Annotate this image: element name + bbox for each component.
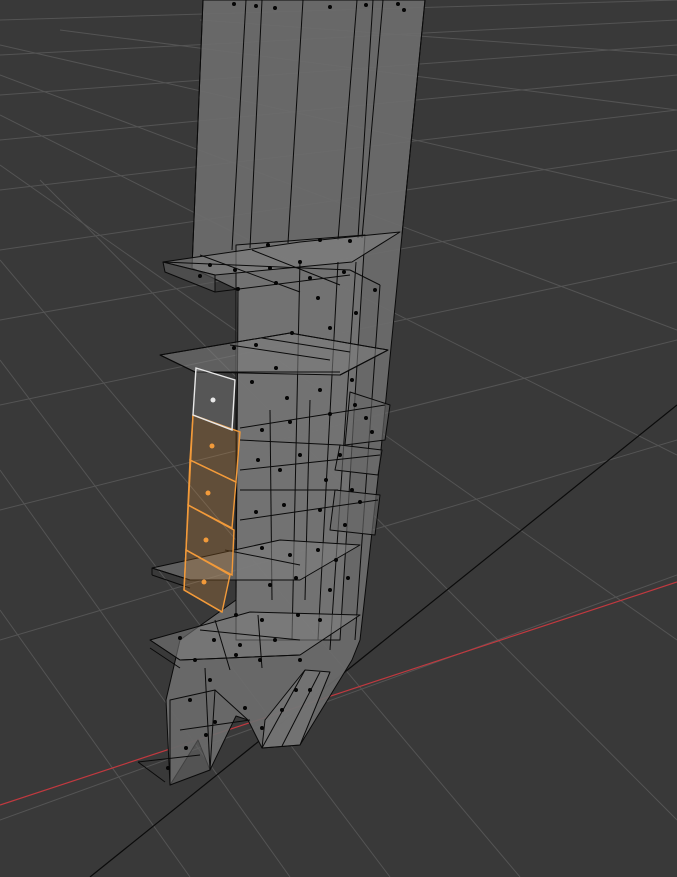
3d-viewport[interactable] [0,0,677,877]
mesh-object[interactable] [137,0,426,786]
